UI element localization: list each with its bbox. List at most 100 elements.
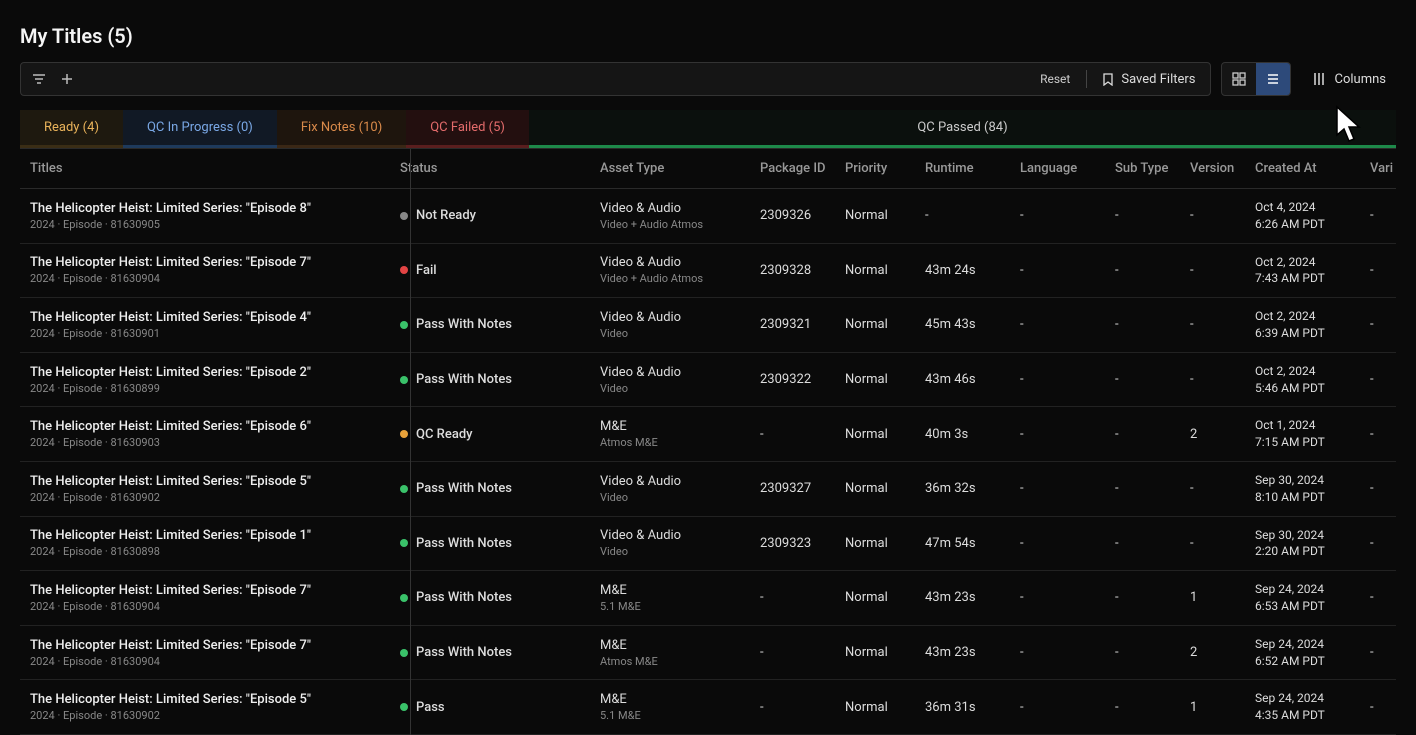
- status-label: Not Ready: [416, 208, 476, 223]
- col-sub-type[interactable]: Sub Type: [1105, 149, 1180, 189]
- title-meta: 2024 · Episode · 81630898: [30, 545, 380, 558]
- table-row[interactable]: The Helicopter Heist: Limited Series: "E…: [20, 571, 1396, 626]
- status-label: Pass With Notes: [416, 317, 512, 332]
- col-created-at[interactable]: Created At: [1245, 149, 1360, 189]
- asset-type-sub: Video: [600, 491, 740, 504]
- col-package-id[interactable]: Package ID: [750, 149, 835, 189]
- tab-fix-notes[interactable]: Fix Notes (10): [277, 110, 406, 148]
- page-title: My Titles (5): [0, 0, 1416, 62]
- variant: -: [1360, 298, 1396, 353]
- created-time: 6:26 AM PDT: [1255, 216, 1350, 233]
- runtime: -: [915, 189, 1010, 244]
- language: -: [1010, 407, 1105, 462]
- title-main: The Helicopter Heist: Limited Series: "E…: [30, 255, 380, 270]
- list-view-button[interactable]: [1256, 63, 1290, 95]
- asset-type-sub: 5.1 M&E: [600, 600, 740, 613]
- status-cell: QC Ready: [400, 427, 580, 442]
- created-time: 2:20 AM PDT: [1255, 543, 1350, 560]
- sub-type: -: [1105, 625, 1180, 680]
- table-row[interactable]: The Helicopter Heist: Limited Series: "E…: [20, 189, 1396, 244]
- status-label: Pass With Notes: [416, 645, 512, 660]
- variant: -: [1360, 352, 1396, 407]
- title-main: The Helicopter Heist: Limited Series: "E…: [30, 419, 380, 434]
- status-label: Pass With Notes: [416, 481, 512, 496]
- sub-type: -: [1105, 189, 1180, 244]
- language: -: [1010, 243, 1105, 298]
- title-main: The Helicopter Heist: Limited Series: "E…: [30, 474, 380, 489]
- created-time: 6:53 AM PDT: [1255, 598, 1350, 615]
- bookmark-icon: [1101, 72, 1115, 86]
- language: -: [1010, 680, 1105, 735]
- variant: -: [1360, 625, 1396, 680]
- language: -: [1010, 461, 1105, 516]
- sub-type: -: [1105, 680, 1180, 735]
- variant: -: [1360, 461, 1396, 516]
- add-filter-icon[interactable]: [57, 69, 77, 89]
- saved-filters-button[interactable]: Saved Filters: [1095, 68, 1201, 91]
- status-dot-icon: [400, 266, 408, 274]
- columns-label: Columns: [1335, 72, 1387, 87]
- table-row[interactable]: The Helicopter Heist: Limited Series: "E…: [20, 625, 1396, 680]
- created-date: Oct 1, 2024: [1255, 417, 1350, 434]
- col-language[interactable]: Language: [1010, 149, 1105, 189]
- runtime: 40m 3s: [915, 407, 1010, 462]
- priority: Normal: [835, 243, 915, 298]
- version: 2: [1180, 625, 1245, 680]
- status-dot-icon: [400, 649, 408, 657]
- table-row[interactable]: The Helicopter Heist: Limited Series: "E…: [20, 680, 1396, 735]
- asset-type-main: M&E: [600, 419, 740, 434]
- status-label: Pass: [416, 700, 445, 715]
- version: -: [1180, 189, 1245, 244]
- col-priority[interactable]: Priority: [835, 149, 915, 189]
- reset-button[interactable]: Reset: [1032, 68, 1078, 90]
- asset-type-main: Video & Audio: [600, 365, 740, 380]
- status-label: Pass With Notes: [416, 536, 512, 551]
- version: -: [1180, 461, 1245, 516]
- col-version[interactable]: Version: [1180, 149, 1245, 189]
- created-time: 6:39 AM PDT: [1255, 325, 1350, 342]
- created-date: Sep 30, 2024: [1255, 472, 1350, 489]
- filter-icon[interactable]: [29, 69, 49, 89]
- status-label: Pass With Notes: [416, 590, 512, 605]
- runtime: 47m 54s: [915, 516, 1010, 571]
- col-asset-type[interactable]: Asset Type: [590, 149, 750, 189]
- status-cell: Pass With Notes: [400, 372, 580, 387]
- tab-failed[interactable]: QC Failed (5): [406, 110, 529, 148]
- created-time: 8:10 AM PDT: [1255, 489, 1350, 506]
- col-variant[interactable]: Vari: [1360, 149, 1396, 189]
- filter-bar: Reset Saved Filters: [20, 62, 1211, 96]
- table-container: Titles Status Asset Type Package ID Prio…: [20, 148, 1396, 735]
- variant: -: [1360, 189, 1396, 244]
- table-row[interactable]: The Helicopter Heist: Limited Series: "E…: [20, 352, 1396, 407]
- package-id: -: [750, 680, 835, 735]
- col-status[interactable]: Status: [390, 149, 590, 189]
- tab-ready[interactable]: Ready (4): [20, 110, 123, 148]
- created-date: Oct 2, 2024: [1255, 254, 1350, 271]
- grid-view-button[interactable]: [1222, 63, 1256, 95]
- version: -: [1180, 352, 1245, 407]
- table-row[interactable]: The Helicopter Heist: Limited Series: "E…: [20, 407, 1396, 462]
- table-row[interactable]: The Helicopter Heist: Limited Series: "E…: [20, 461, 1396, 516]
- created-date: Sep 24, 2024: [1255, 581, 1350, 598]
- status-cell: Pass With Notes: [400, 536, 580, 551]
- created-date: Oct 2, 2024: [1255, 308, 1350, 325]
- title-meta: 2024 · Episode · 81630899: [30, 382, 380, 395]
- status-cell: Pass With Notes: [400, 645, 580, 660]
- table-row[interactable]: The Helicopter Heist: Limited Series: "E…: [20, 243, 1396, 298]
- toolbar: Reset Saved Filters Columns: [20, 62, 1396, 96]
- title-main: The Helicopter Heist: Limited Series: "E…: [30, 365, 380, 380]
- package-id: 2309323: [750, 516, 835, 571]
- columns-button[interactable]: Columns: [1301, 65, 1397, 93]
- priority: Normal: [835, 298, 915, 353]
- title-main: The Helicopter Heist: Limited Series: "E…: [30, 310, 380, 325]
- language: -: [1010, 571, 1105, 626]
- sub-type: -: [1105, 461, 1180, 516]
- table-row[interactable]: The Helicopter Heist: Limited Series: "E…: [20, 298, 1396, 353]
- table-row[interactable]: The Helicopter Heist: Limited Series: "E…: [20, 516, 1396, 571]
- col-runtime[interactable]: Runtime: [915, 149, 1010, 189]
- col-titles[interactable]: Titles: [20, 149, 390, 189]
- tab-progress[interactable]: QC In Progress (0): [123, 110, 277, 148]
- runtime: 43m 23s: [915, 571, 1010, 626]
- tab-passed[interactable]: QC Passed (84): [529, 110, 1396, 148]
- status-label: Fail: [416, 263, 437, 278]
